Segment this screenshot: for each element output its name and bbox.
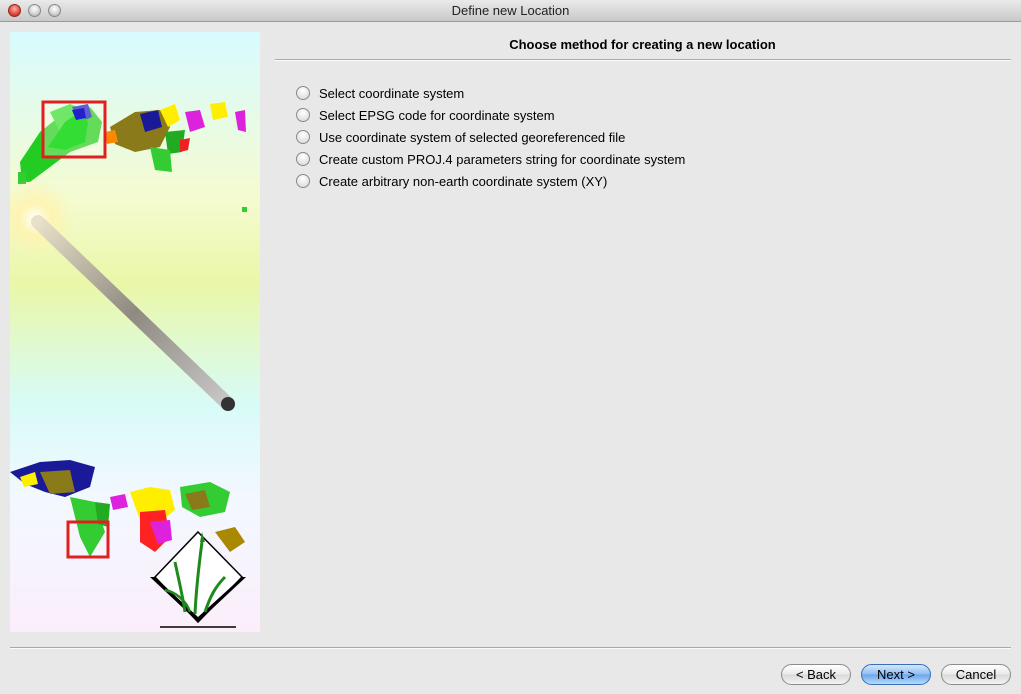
page-heading: Choose method for creating a new locatio… (509, 37, 776, 52)
footer-separator (10, 647, 1011, 649)
radio-button[interactable] (296, 108, 310, 122)
radio-button[interactable] (296, 152, 310, 166)
title-bar[interactable]: Define new Location (0, 0, 1021, 22)
option-label: Create custom PROJ.4 parameters string f… (319, 151, 686, 167)
radio-button[interactable] (296, 130, 310, 144)
lower-map-fragments (10, 460, 245, 557)
method-options: Select coordinate system Select EPSG cod… (296, 82, 685, 192)
option-select-coordinate-system[interactable]: Select coordinate system (296, 82, 685, 104)
option-georeferenced-file[interactable]: Use coordinate system of selected georef… (296, 126, 685, 148)
option-label: Select coordinate system (319, 85, 465, 101)
cancel-button[interactable]: Cancel (941, 664, 1011, 685)
back-button[interactable]: < Back (781, 664, 851, 685)
option-label: Use coordinate system of selected georef… (319, 129, 626, 145)
next-button[interactable]: Next > (861, 664, 931, 685)
window-title: Define new Location (451, 3, 570, 18)
world-map-illustration (10, 100, 247, 628)
heading-separator (275, 59, 1011, 61)
option-label: Create arbitrary non-earth coordinate sy… (319, 173, 608, 189)
option-label: Select EPSG code for coordinate system (319, 107, 555, 123)
option-custom-proj4[interactable]: Create custom PROJ.4 parameters string f… (296, 148, 685, 170)
option-non-earth-xy[interactable]: Create arbitrary non-earth coordinate sy… (296, 170, 685, 192)
option-select-epsg-code[interactable]: Select EPSG code for coordinate system (296, 104, 685, 126)
wizard-sidebar-image (10, 32, 260, 632)
radio-button[interactable] (296, 86, 310, 100)
radio-button[interactable] (296, 174, 310, 188)
wizard-window: Define new Location Choose method for cr… (0, 0, 1021, 694)
